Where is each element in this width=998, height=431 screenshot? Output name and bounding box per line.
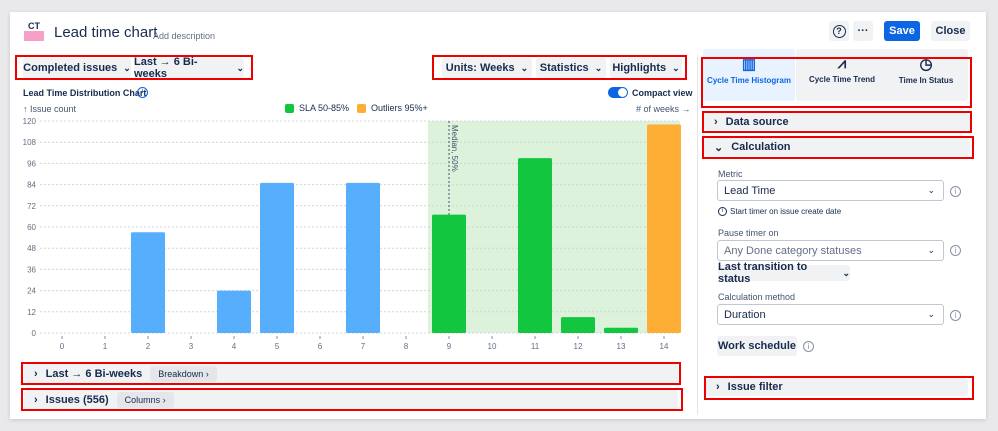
bar — [260, 182, 294, 333]
x-tick-label: 12 — [574, 342, 583, 351]
y-tick-label: 24 — [27, 287, 36, 296]
x-tick-label: 13 — [617, 342, 626, 351]
x-tick-label: 6 — [318, 342, 323, 351]
y-tick-label: 72 — [27, 202, 36, 211]
x-tick-label: 5 — [275, 342, 280, 351]
y-tick-label: 84 — [27, 181, 36, 190]
info-icon[interactable]: i — [950, 310, 961, 321]
data-source-section[interactable]: › Data source — [704, 113, 970, 130]
time-in-status-icon: ◷ — [919, 56, 933, 73]
columns-button[interactable]: Columns › — [116, 391, 174, 408]
chevron-down-icon: ⌄ — [927, 245, 935, 255]
chevron-right-icon: › — [34, 393, 38, 406]
x-tick-label: 3 — [189, 342, 194, 351]
chevron-down-icon: ⌄ — [927, 185, 935, 195]
y-tick-label: 96 — [27, 159, 36, 168]
bar — [131, 232, 165, 333]
y-tick-label: 60 — [27, 223, 36, 232]
y-tick-label: 120 — [23, 117, 37, 126]
y-tick-label: 36 — [27, 265, 36, 274]
calculation-section[interactable]: ⌄ Calculation — [704, 138, 970, 156]
calculation-method-select[interactable]: Duration ⌄ — [717, 304, 944, 325]
tab-cycle-time-histogram[interactable]: ▥ Cycle Time Histogram — [703, 49, 795, 101]
bar — [346, 182, 380, 333]
x-tick-label: 14 — [660, 342, 669, 351]
work-schedule-button[interactable]: Work schedule — [717, 336, 797, 356]
chevron-down-icon: ⌄ — [842, 267, 850, 278]
transition-dropdown[interactable]: Last transition to status ⌄ — [718, 261, 850, 285]
x-tick-label: 9 — [447, 342, 452, 351]
chevron-right-icon: › — [714, 115, 718, 128]
chevron-down-icon: ⌄ — [927, 309, 935, 319]
y-tick-label: 12 — [27, 308, 36, 317]
median-label: Median, 50% — [450, 125, 459, 172]
bar — [647, 124, 681, 334]
calculation-method-label: Calculation method — [718, 292, 796, 302]
info-icon[interactable]: i — [803, 341, 814, 352]
breakdown-section[interactable]: › Last → 6 Bi-weeks Breakdown › — [24, 364, 678, 383]
x-tick-label: 0 — [60, 342, 65, 351]
chevron-down-icon: ⌄ — [714, 141, 724, 154]
metric-hint: i Start timer on issue create date — [718, 207, 841, 216]
x-tick-label: 7 — [361, 342, 366, 351]
issues-section[interactable]: › Issues (556) Columns › — [24, 390, 678, 409]
tab-time-in-status[interactable]: ◷ Time In Status — [884, 49, 968, 101]
bar — [217, 290, 251, 333]
x-tick-label: 8 — [404, 342, 409, 351]
breakdown-button[interactable]: Breakdown › — [150, 365, 217, 382]
x-tick-label: 1 — [103, 342, 108, 351]
bar — [561, 317, 595, 333]
bar — [432, 214, 466, 333]
metric-select[interactable]: Lead Time ⌄ — [717, 180, 944, 201]
panel-divider — [697, 55, 698, 415]
chevron-right-icon: › — [34, 367, 38, 380]
y-tick-label: 48 — [27, 244, 36, 253]
x-tick-label: 2 — [146, 342, 151, 351]
chevron-right-icon: › — [716, 381, 720, 393]
info-icon[interactable]: i — [950, 186, 961, 197]
x-tick-label: 10 — [488, 342, 497, 351]
pause-timer-select[interactable]: Any Done category statuses ⌄ — [717, 240, 944, 261]
info-icon: i — [718, 207, 727, 216]
trend-icon: ⩘ — [837, 55, 847, 72]
bar — [604, 327, 638, 333]
y-tick-label: 0 — [32, 329, 37, 338]
info-icon[interactable]: i — [950, 245, 961, 256]
histogram-icon: ▥ — [741, 56, 757, 73]
y-tick-label: 108 — [23, 138, 37, 147]
bar — [518, 158, 552, 333]
pause-timer-label: Pause timer on — [718, 228, 779, 238]
tab-cycle-time-trend[interactable]: ⩘ Cycle Time Trend — [796, 49, 888, 101]
metric-label: Metric — [718, 169, 743, 179]
issue-filter-section[interactable]: › Issue filter — [706, 378, 968, 396]
x-tick-label: 11 — [531, 342, 540, 351]
x-tick-label: 4 — [232, 342, 237, 351]
